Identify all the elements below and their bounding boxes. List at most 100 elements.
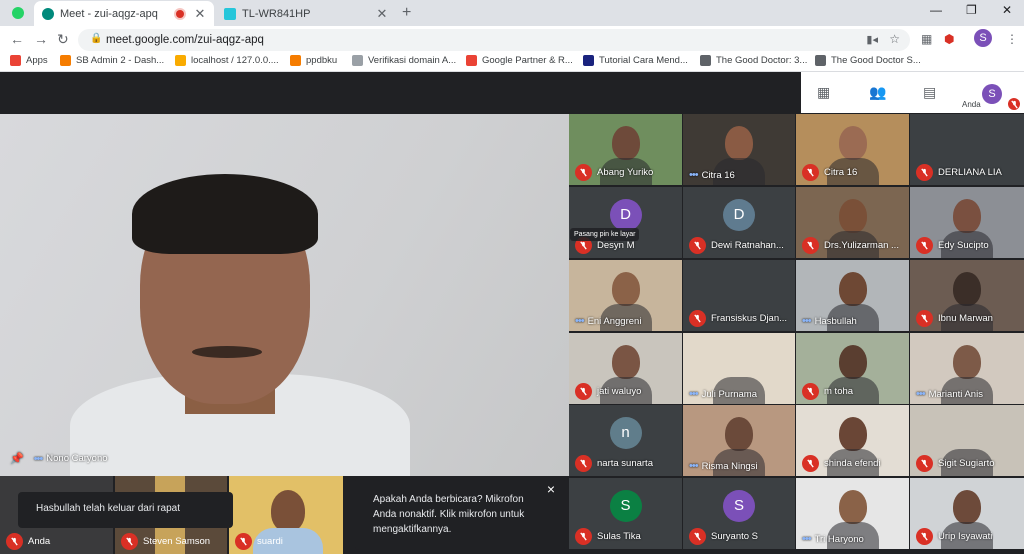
- camera-icon[interactable]: ▮◂: [866, 33, 878, 46]
- extension-icon[interactable]: ▦: [921, 32, 932, 46]
- tile-nameplate: jati waluyo: [575, 383, 641, 400]
- menu-icon[interactable]: ⋮: [1006, 32, 1018, 46]
- bookmark-label: localhost / 127.0.0....: [191, 55, 279, 66]
- chat-icon[interactable]: ▤: [923, 84, 936, 101]
- new-tab-icon[interactable]: +: [402, 4, 411, 22]
- tile-nameplate: Ibnu Marwan: [916, 310, 993, 327]
- lock-icon: 🔒: [90, 33, 103, 44]
- bookmark-item[interactable]: The Good Doctor: 3...: [700, 55, 807, 66]
- tile-nameplate: ••• Citra 16: [689, 169, 735, 181]
- participant-tile[interactable]: D Dewi Ratnahan...: [683, 187, 795, 258]
- main-video[interactable]: 📌 ••• Nono Caryono: [0, 114, 569, 476]
- participant-tile[interactable]: ••• Eni Anggreni: [569, 260, 682, 331]
- participant-tile[interactable]: jati waluyo: [569, 333, 682, 404]
- tile-name: Citra 16: [824, 167, 858, 178]
- speaking-icon: •••: [689, 460, 699, 472]
- participant-face: [725, 126, 753, 160]
- muted-icon: [916, 164, 933, 181]
- muted-icon: [916, 528, 933, 545]
- forward-icon[interactable]: →: [34, 31, 48, 47]
- participant-tile[interactable]: Abang Yuriko: [569, 114, 682, 185]
- bottom-tile-suardi[interactable]: suardi: [229, 476, 343, 554]
- bookmark-item[interactable]: Google Partner & R...: [466, 55, 573, 66]
- participant-tile[interactable]: S Suryanto S: [683, 478, 795, 549]
- maximize-icon[interactable]: ❐: [966, 3, 977, 17]
- speaking-icon: •••: [802, 533, 812, 545]
- participant-tile[interactable]: n narta sunarta: [569, 405, 682, 476]
- self-muted-icon: [1008, 98, 1020, 110]
- muted-icon: [235, 533, 252, 550]
- participant-tile[interactable]: ••• Tri Haryono: [796, 478, 909, 549]
- bookmark-item[interactable]: Tutorial Cara Mend...: [583, 55, 688, 66]
- extension2-icon[interactable]: ⬢: [944, 32, 954, 46]
- tile-nameplate: Abang Yuriko: [575, 164, 653, 181]
- participant-tile[interactable]: Urip Isyawati: [910, 478, 1024, 549]
- toast-close-icon[interactable]: ×: [547, 482, 555, 497]
- participant-tile[interactable]: Drs.Yulizarman ...: [796, 187, 909, 258]
- bookmark-item[interactable]: Verifikasi domain A...: [352, 55, 456, 66]
- tile-nameplate: ••• Hasbullah: [802, 315, 857, 327]
- participant-tile[interactable]: ••• Risma Ningsi: [683, 405, 795, 476]
- close-window-icon[interactable]: ✕: [1002, 3, 1012, 17]
- reload-icon[interactable]: ↻: [57, 31, 69, 48]
- participant-tile[interactable]: Ibnu Marwan: [910, 260, 1024, 331]
- participant-tile[interactable]: Fransiskus Djan...: [683, 260, 795, 331]
- tab-router[interactable]: TL-WR841HP ✕: [216, 1, 396, 26]
- minimize-icon[interactable]: —: [930, 3, 942, 17]
- participant-tile[interactable]: ••• Marianti Anis: [910, 333, 1024, 404]
- muted-icon: [689, 528, 706, 545]
- tile-nameplate: Drs.Yulizarman ...: [802, 237, 899, 254]
- bookmark-label: The Good Doctor: 3...: [716, 55, 808, 66]
- back-icon[interactable]: ←: [10, 31, 24, 47]
- participant-tile[interactable]: S Sulas Tika: [569, 478, 682, 549]
- participant-tile[interactable]: ••• Citra 16: [683, 114, 795, 185]
- participant-face: [838, 272, 867, 306]
- tile-nameplate: ••• Tri Haryono: [802, 533, 864, 545]
- close-tab-icon[interactable]: ✕: [374, 6, 390, 22]
- address-bar[interactable]: 🔒 meet.google.com/zui-aqgz-apq ▮◂ ☆: [78, 29, 910, 51]
- close-tab-icon[interactable]: ✕: [192, 6, 208, 22]
- participant-face: [725, 345, 753, 379]
- speaking-icon: •••: [33, 452, 44, 465]
- participant-tile[interactable]: DERLIANA LIA: [910, 114, 1024, 185]
- tile-name: m toha: [824, 386, 854, 397]
- participant-face: [953, 199, 981, 233]
- participant-tile[interactable]: ••• Juli Purnama: [683, 333, 795, 404]
- bookmark-item[interactable]: SB Admin 2 - Dash...: [60, 55, 164, 66]
- self-avatar[interactable]: S: [982, 84, 1002, 104]
- speaking-icon: •••: [916, 388, 926, 400]
- people-icon[interactable]: 👥: [869, 84, 886, 101]
- bookmark-item[interactable]: The Good Doctor S...: [815, 55, 921, 66]
- tile-name: Hasbullah: [814, 315, 857, 327]
- participant-tile[interactable]: Edy Sucipto: [910, 187, 1024, 258]
- participant-tile[interactable]: Citra 16: [796, 114, 909, 185]
- tile-name: narta sunarta: [597, 458, 653, 469]
- participant-face: [611, 345, 640, 379]
- muted-icon: [802, 455, 819, 472]
- whatsapp-icon[interactable]: [12, 7, 24, 19]
- bookmark-label: The Good Doctor S...: [831, 55, 921, 66]
- tile-name: Desyn M: [597, 240, 635, 251]
- bookmark-item[interactable]: Apps: [10, 55, 48, 66]
- main-nameplate: 📌 ••• Nono Caryono: [10, 452, 108, 466]
- muted-icon: [802, 237, 819, 254]
- muted-icon: [916, 310, 933, 327]
- bookmark-star-icon[interactable]: ☆: [889, 32, 900, 46]
- bookmark-item[interactable]: ppdbku: [290, 55, 337, 66]
- bookmark-label: Tutorial Cara Mend...: [599, 55, 688, 66]
- speaking-icon: •••: [689, 169, 699, 181]
- pin-icon[interactable]: 📌: [10, 452, 24, 465]
- participant-tile[interactable]: ••• Hasbullah: [796, 260, 909, 331]
- bookmark-item[interactable]: localhost / 127.0.0....: [175, 55, 279, 66]
- participant-face: [838, 490, 867, 524]
- participant-tile[interactable]: D Desyn M: [569, 187, 682, 258]
- participant-tile[interactable]: shinda efendi: [796, 405, 909, 476]
- tile-nameplate: shinda efendi: [802, 455, 881, 472]
- participant-tile[interactable]: Sigit Sugiarto: [910, 405, 1024, 476]
- tab-meet[interactable]: Meet - zui-aqgz-apq ✕: [34, 1, 214, 26]
- speaking-icon: •••: [575, 315, 585, 327]
- muted-icon: [689, 237, 706, 254]
- participant-tile[interactable]: m toha: [796, 333, 909, 404]
- profile-avatar[interactable]: S: [974, 29, 992, 47]
- grid-layout-icon[interactable]: ▦: [817, 84, 830, 101]
